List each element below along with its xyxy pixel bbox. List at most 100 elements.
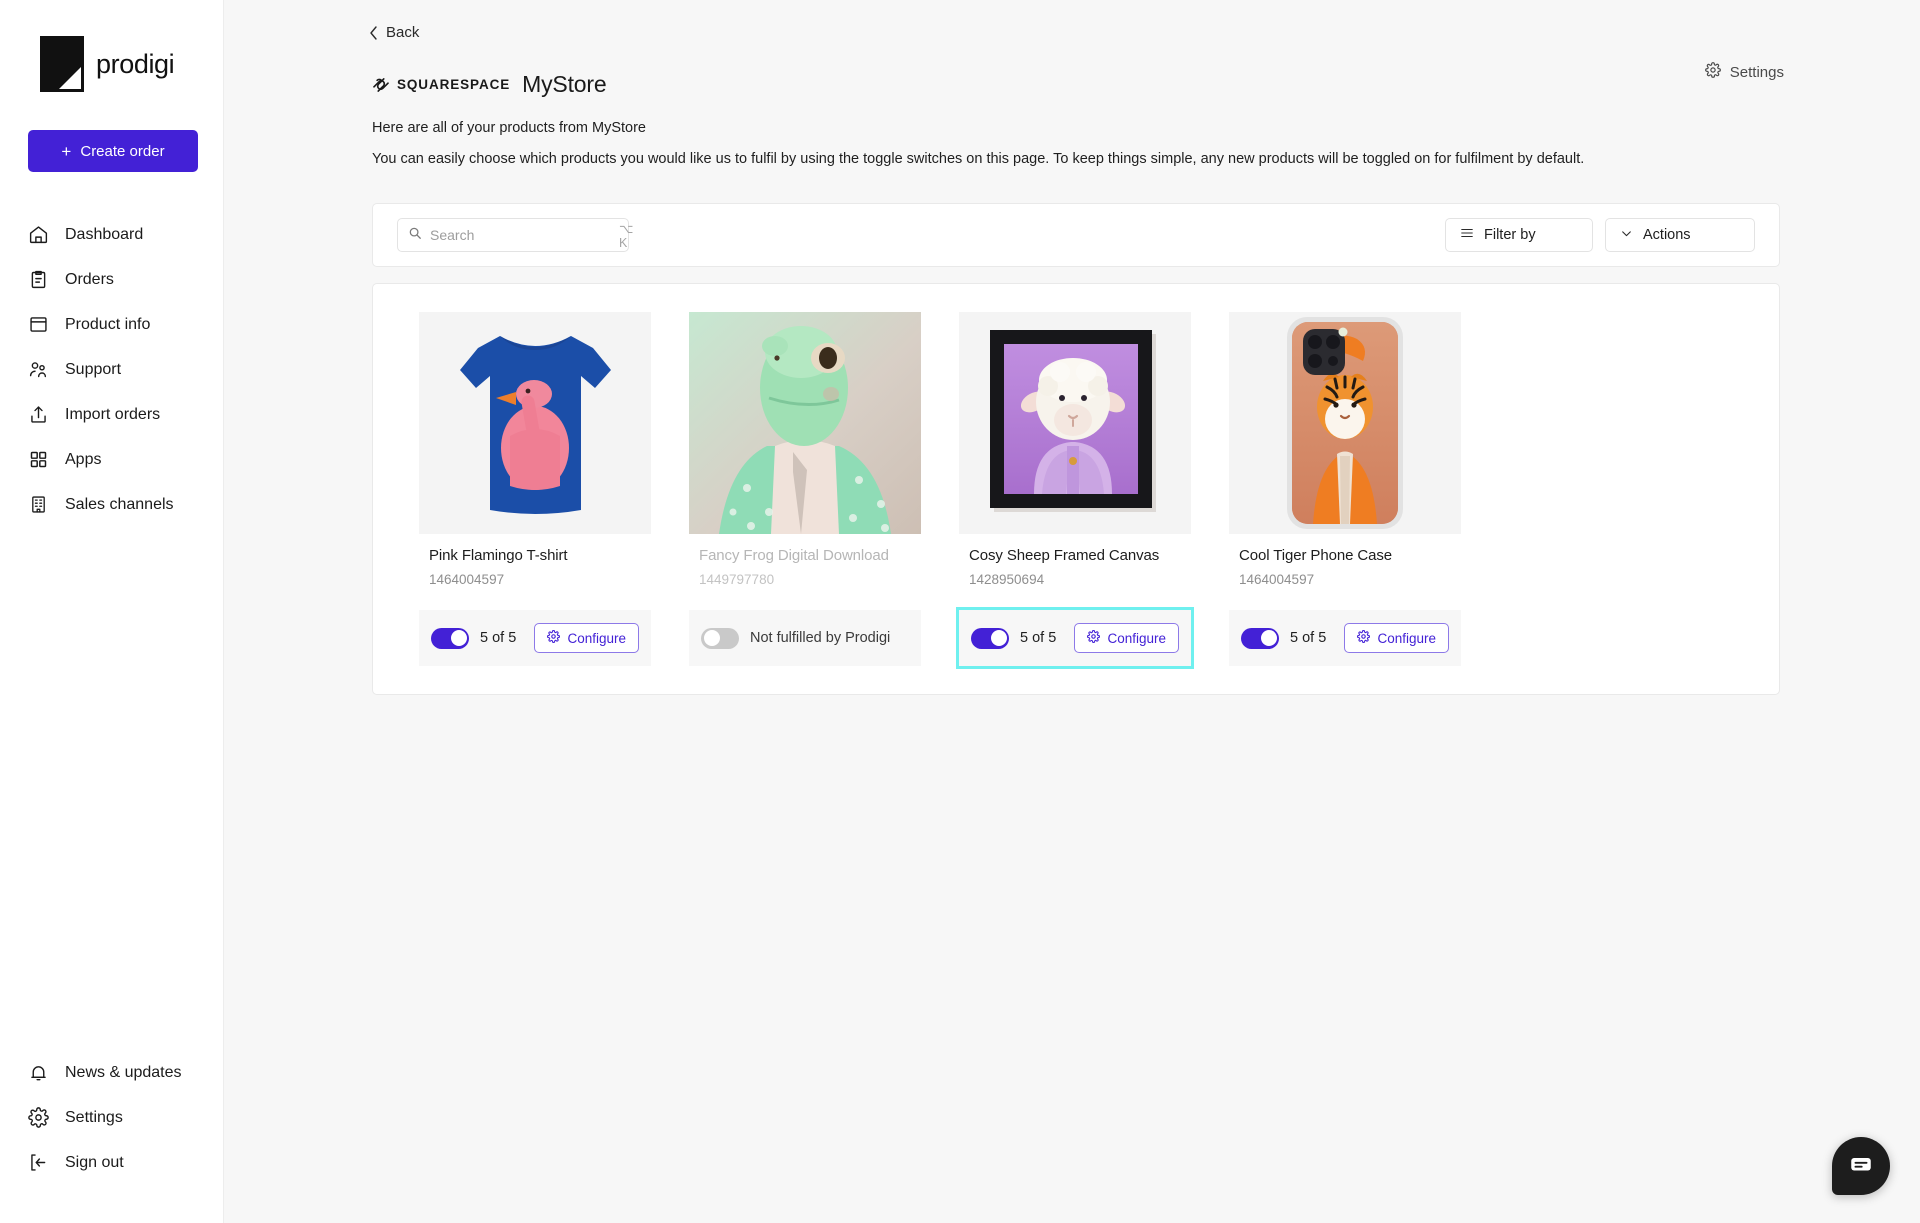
product-sku: 1464004597 [1239, 572, 1315, 587]
sidebar-item-news-updates[interactable]: News & updates [0, 1050, 223, 1095]
sidebar-item-label: Dashboard [65, 225, 144, 243]
sidebar-item-label: Settings [65, 1108, 123, 1126]
settings-button[interactable]: Settings [1704, 62, 1784, 82]
configure-button[interactable]: Configure [1344, 623, 1449, 653]
toolbar-panel: ⌥ K Filter by Actions [372, 203, 1780, 267]
sidebar-item-settings[interactable]: Settings [0, 1095, 223, 1140]
people-icon [28, 359, 49, 380]
product-sku: 1428950694 [969, 572, 1045, 587]
sidebar-nav-bottom: News & updates Settings Sign out [0, 1050, 223, 1185]
prodigi-logo-text: prodigi [96, 48, 175, 79]
product-info: Cool Tiger Phone Case 1464004597 [1229, 534, 1461, 610]
app-root: prodigi + Create order Dashboard Orders [0, 0, 1920, 1223]
variant-count: 5 of 5 [480, 630, 517, 646]
upload-icon [28, 404, 49, 425]
back-label: Back [386, 24, 420, 41]
building-icon [28, 494, 49, 515]
actions-button[interactable]: Actions [1605, 218, 1755, 252]
sidebar-item-label: Sign out [65, 1153, 124, 1171]
product-title: Cosy Sheep Framed Canvas [969, 547, 1160, 564]
back-button[interactable]: Back [224, 0, 419, 41]
fulfilment-toggle[interactable] [701, 627, 739, 649]
squarespace-glyph-icon [371, 75, 391, 95]
squarespace-logo: SQUARESPACE [371, 75, 510, 95]
configure-button[interactable]: Configure [534, 623, 639, 653]
fulfilment-toggle[interactable] [1241, 627, 1279, 649]
product-card[interactable]: Cosy Sheep Framed Canvas 1428950694 5 of… [956, 312, 1194, 669]
fulfilment-toggle[interactable] [431, 627, 469, 649]
clipboard-icon [28, 269, 49, 290]
configure-label: Configure [1107, 630, 1166, 646]
sidebar-item-label: News & updates [65, 1063, 182, 1081]
toolbar-actions: Filter by Actions [1445, 218, 1755, 252]
sidebar-item-sales-channels[interactable]: Sales channels [0, 482, 223, 527]
product-info: Pink Flamingo T-shirt 1464004597 [419, 534, 651, 610]
gear-icon [28, 1107, 49, 1128]
sidebar-item-label: Import orders [65, 405, 161, 423]
squarespace-wordmark: SQUARESPACE [397, 77, 511, 92]
product-title: Pink Flamingo T-shirt [429, 547, 568, 564]
gear-icon [1087, 630, 1101, 646]
configure-button[interactable]: Configure [1074, 623, 1179, 653]
gear-icon [1357, 630, 1371, 646]
sidebar-item-orders[interactable]: Orders [0, 257, 223, 302]
search-field[interactable]: ⌥ K [397, 218, 633, 252]
fulfilment-toggle[interactable] [971, 627, 1009, 649]
filter-lines-icon [1460, 226, 1474, 244]
chevron-down-icon [1620, 227, 1633, 244]
product-card-footer: 5 of 5 Configure [956, 607, 1194, 669]
product-card-footer: 5 of 5 Configure [1229, 610, 1461, 666]
product-title: Cool Tiger Phone Case [1239, 547, 1392, 564]
search-icon [408, 226, 422, 245]
settings-label: Settings [1729, 63, 1784, 81]
filter-by-button[interactable]: Filter by [1445, 218, 1593, 252]
sidebar-item-sign-out[interactable]: Sign out [0, 1140, 223, 1185]
product-title: Fancy Frog Digital Download [699, 547, 889, 564]
search-shortcut-hint: ⌥ K [619, 221, 635, 250]
gear-icon [1704, 62, 1721, 82]
sidebar-item-apps[interactable]: Apps [0, 437, 223, 482]
configure-label: Configure [567, 630, 626, 646]
store-name: MyStore [522, 71, 607, 97]
sidebar-item-label: Orders [65, 270, 114, 288]
plus-icon: + [61, 141, 72, 161]
bell-icon [28, 1062, 49, 1083]
products-grid: Pink Flamingo T-shirt 1464004597 5 of 5 … [372, 283, 1780, 695]
sidebar-nav: Dashboard Orders Product info Support Im… [0, 212, 223, 527]
main-content: Back SQUARESPACE MyStore Settings Here a… [224, 0, 1920, 1223]
box-icon [28, 314, 49, 335]
sidebar-item-support[interactable]: Support [0, 347, 223, 392]
page-subheading: Here are all of your products from MySto… [372, 120, 646, 136]
chat-bubble-icon [1848, 1151, 1874, 1182]
product-image-tshirt [419, 312, 651, 534]
product-card[interactable]: Fancy Frog Digital Download 1449797780 N… [689, 312, 921, 666]
logout-icon [28, 1152, 49, 1173]
product-image-sheep-canvas [959, 312, 1191, 534]
grid-icon [28, 449, 49, 470]
store-header: SQUARESPACE MyStore [224, 41, 1920, 98]
product-info: Fancy Frog Digital Download 1449797780 [689, 534, 921, 610]
gear-icon [547, 630, 561, 646]
search-input[interactable] [430, 227, 611, 243]
product-image-frog [689, 312, 921, 534]
sidebar-item-label: Apps [65, 450, 102, 468]
sidebar: prodigi + Create order Dashboard Orders [0, 0, 224, 1223]
product-sku: 1449797780 [699, 572, 775, 587]
prodigi-logo[interactable]: prodigi [0, 0, 223, 92]
sidebar-item-dashboard[interactable]: Dashboard [0, 212, 223, 257]
prodigi-logo-mark [40, 36, 84, 92]
create-order-button[interactable]: + Create order [28, 130, 198, 172]
product-card[interactable]: Pink Flamingo T-shirt 1464004597 5 of 5 … [419, 312, 651, 666]
actions-label: Actions [1643, 227, 1691, 243]
page-description: You can easily choose which products you… [372, 151, 1585, 167]
sidebar-item-label: Support [65, 360, 122, 378]
product-card[interactable]: Cool Tiger Phone Case 1464004597 5 of 5 … [1229, 312, 1461, 666]
sidebar-item-label: Product info [65, 315, 151, 333]
product-card-footer: 5 of 5 Configure [419, 610, 651, 666]
sidebar-item-product-info[interactable]: Product info [0, 302, 223, 347]
product-info: Cosy Sheep Framed Canvas 1428950694 [959, 534, 1191, 610]
chat-widget-button[interactable] [1832, 1137, 1890, 1195]
sidebar-item-import-orders[interactable]: Import orders [0, 392, 223, 437]
variant-count: 5 of 5 [1020, 630, 1057, 646]
product-sku: 1464004597 [429, 572, 505, 587]
